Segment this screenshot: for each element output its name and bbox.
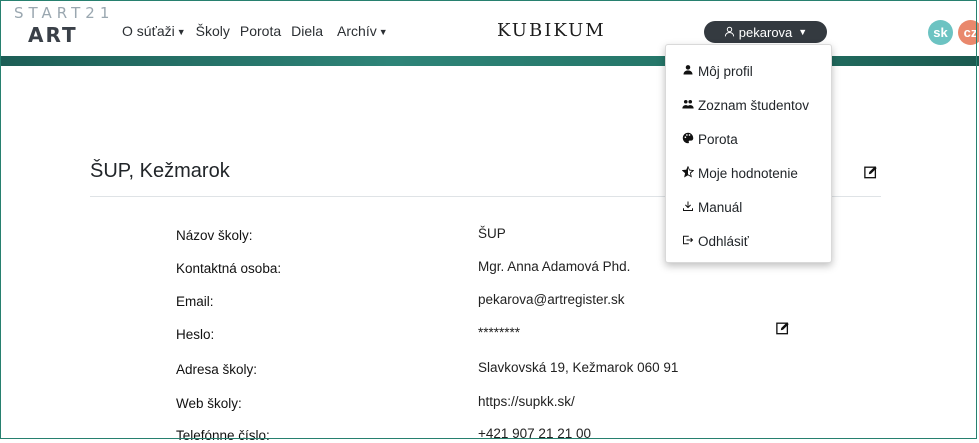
users-icon — [682, 98, 694, 113]
field-value-nazov: ŠUP — [478, 226, 506, 241]
field-value-email: pekarova@artregister.sk — [478, 292, 625, 307]
download-icon — [682, 200, 694, 215]
nav-item-porota[interactable]: Porota — [240, 23, 281, 39]
field-label-email: Email: — [176, 294, 214, 309]
language-cz-button[interactable]: cz — [958, 20, 979, 45]
user-icon — [682, 64, 694, 79]
user-menu-button[interactable]: pekarova ▼ — [704, 21, 827, 43]
field-value-adresa: Slavkovská 19, Kežmarok 060 91 — [478, 360, 679, 375]
field-label-nazov: Názov školy: — [176, 228, 253, 243]
nav-item-label: O súťaži — [122, 23, 175, 39]
field-label-adresa: Adresa školy: — [176, 362, 258, 377]
caret-down-icon: ▼ — [798, 27, 808, 37]
top-navbar: START21 ART O súťaži ▼ Školy Porota Diela… — [0, 0, 979, 56]
language-sk-button[interactable]: sk — [928, 20, 953, 45]
edit-school-icon[interactable] — [864, 165, 878, 179]
menu-item-label: Porota — [698, 132, 738, 147]
header-banner-strip — [0, 56, 979, 66]
menu-item-label: Odhlásiť — [698, 234, 749, 249]
user-dropdown-menu: Môj profil Zoznam študentov Porota Moje … — [665, 44, 832, 263]
field-value-telefon: +421 907 21 21 00 — [478, 426, 591, 441]
menu-item-odhlasit[interactable]: Odhlásiť — [682, 234, 749, 249]
nav-item-skoly[interactable]: Školy — [196, 23, 230, 39]
start21-art-logo[interactable]: START21 ART — [14, 4, 115, 47]
field-label-web: Web školy: — [176, 396, 242, 411]
nav-item-o-sutazi[interactable]: O súťaži ▼ — [122, 23, 186, 39]
logout-icon — [682, 234, 694, 249]
menu-item-label: Manuál — [698, 200, 743, 215]
menu-item-porota[interactable]: Porota — [682, 132, 738, 147]
nav-item-label: Diela — [291, 23, 324, 39]
menu-item-zoznam-studentov[interactable]: Zoznam študentov — [682, 98, 809, 113]
logo-top-text: START21 — [14, 4, 115, 22]
nav-item-label: Porota — [239, 23, 282, 39]
star-half-icon — [681, 165, 695, 181]
nav-item-label: Archív — [337, 23, 377, 39]
main-nav: O súťaži ▼ Školy Porota Diela Archív ▼ — [122, 23, 398, 39]
field-label-kontakt: Kontaktná osoba: — [176, 261, 282, 276]
user-icon — [724, 25, 735, 40]
field-value-web[interactable]: https://supkk.sk/ — [478, 394, 575, 409]
nav-item-diela[interactable]: Diela — [291, 23, 323, 39]
menu-item-moje-hodnotenie[interactable]: Moje hodnotenie — [681, 165, 798, 181]
menu-item-moj-profil[interactable]: Môj profil — [682, 64, 753, 79]
menu-item-manual[interactable]: Manuál — [682, 200, 742, 215]
page-title: ŠUP, Kežmarok — [90, 160, 230, 182]
palette-icon — [682, 132, 694, 147]
menu-item-label: Moje hodnotenie — [698, 166, 798, 181]
menu-item-label: Môj profil — [698, 64, 753, 79]
field-value-kontakt: Mgr. Anna Adamová Phd. — [478, 259, 631, 274]
edit-password-icon[interactable] — [776, 321, 790, 335]
caret-down-icon: ▼ — [378, 27, 388, 37]
kubikum-brand[interactable]: KUBIKUM — [497, 20, 606, 41]
menu-item-label: Zoznam študentov — [698, 98, 810, 113]
user-name: pekarova — [738, 24, 793, 40]
caret-down-icon: ▼ — [176, 27, 186, 37]
logo-bottom-text: ART — [28, 23, 78, 47]
nav-item-archiv[interactable]: Archív ▼ — [337, 23, 388, 39]
field-label-heslo: Heslo: — [176, 327, 215, 342]
field-value-heslo: ******** — [478, 325, 521, 340]
nav-item-label: Školy — [195, 23, 230, 39]
